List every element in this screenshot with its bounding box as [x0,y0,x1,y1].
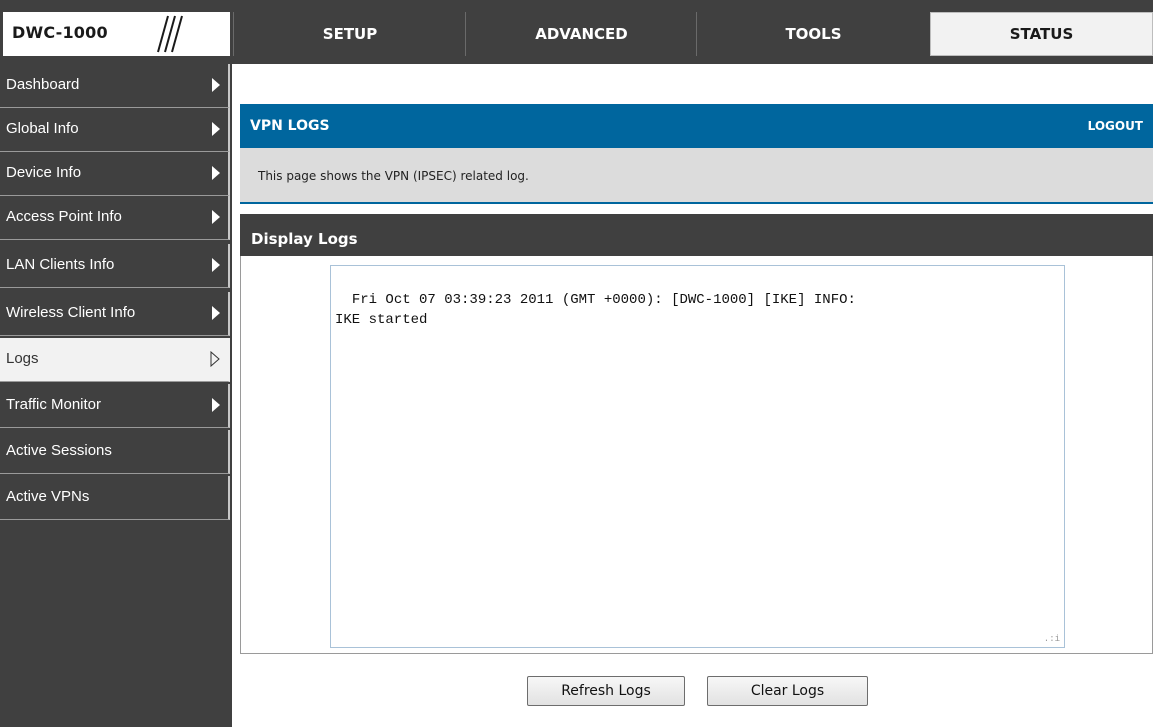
triangle-right-icon [212,258,220,272]
sidebar-item-lan-clients-info[interactable]: LAN Clients Info [0,244,230,288]
triangle-right-icon [212,306,220,320]
display-logs-header: Display Logs [240,214,1153,256]
sidebar-item-label: Active Sessions [6,442,112,459]
sidebar-item-label: Traffic Monitor [6,396,102,413]
triangle-right-outline-icon [210,351,220,367]
page-header: VPN LOGS LOGOUT [240,104,1153,148]
tab-tools[interactable]: TOOLS [696,12,930,56]
tab-advanced[interactable]: ADVANCED [465,12,697,56]
sidebar-item-label: Active VPNs [6,488,90,505]
brand-name: DWC-1000 [12,23,108,42]
sidebar-item-global-info[interactable]: Global Info [0,108,230,152]
sidebar: Dashboard Global Info Device Info Access… [0,64,232,727]
resize-handle-icon[interactable]: .:i [1044,635,1060,644]
triangle-right-icon [212,78,220,92]
sidebar-item-label: Global Info [6,120,79,137]
triangle-right-icon [212,210,220,224]
sidebar-item-logs[interactable]: Logs [0,338,230,382]
clear-logs-button[interactable]: Clear Logs [707,676,868,706]
triangle-right-icon [212,122,220,136]
page-title: VPN LOGS [250,118,330,134]
section-title: Display Logs [251,230,358,248]
logout-link[interactable]: LOGOUT [1088,119,1143,133]
sidebar-item-traffic-monitor[interactable]: Traffic Monitor [0,384,230,428]
sidebar-item-access-point-info[interactable]: Access Point Info [0,196,230,240]
tab-status[interactable]: STATUS [930,12,1153,56]
sidebar-item-label: Device Info [6,164,82,181]
sidebar-item-label: Access Point Info [6,208,122,225]
top-bar: DWC-1000 SETUP ADVANCED TOOLS STATUS [0,0,1153,64]
log-textarea[interactable]: Fri Oct 07 03:39:23 2011 (GMT +0000): [D… [330,265,1065,648]
sidebar-item-label: Logs [6,350,39,367]
sidebar-item-device-info[interactable]: Device Info [0,152,230,196]
sidebar-item-active-vpns[interactable]: Active VPNs [0,476,230,520]
brand-slashes-icon [157,15,183,53]
log-content: Fri Oct 07 03:39:23 2011 (GMT +0000): [D… [335,292,856,328]
triangle-right-icon [212,398,220,412]
sidebar-item-dashboard[interactable]: Dashboard [0,64,230,108]
sidebar-item-label: Dashboard [6,76,80,93]
sidebar-item-active-sessions[interactable]: Active Sessions [0,430,230,474]
brand-logo: DWC-1000 [3,12,230,56]
page-description-box: This page shows the VPN (IPSEC) related … [240,148,1153,204]
refresh-logs-button[interactable]: Refresh Logs [527,676,685,706]
sidebar-item-wireless-client-info[interactable]: Wireless Client Info [0,292,230,336]
sidebar-item-label: LAN Clients Info [6,256,115,273]
triangle-right-icon [212,166,220,180]
tab-setup[interactable]: SETUP [233,12,466,56]
page-description: This page shows the VPN (IPSEC) related … [258,169,529,183]
sidebar-item-label: Wireless Client Info [6,304,136,321]
